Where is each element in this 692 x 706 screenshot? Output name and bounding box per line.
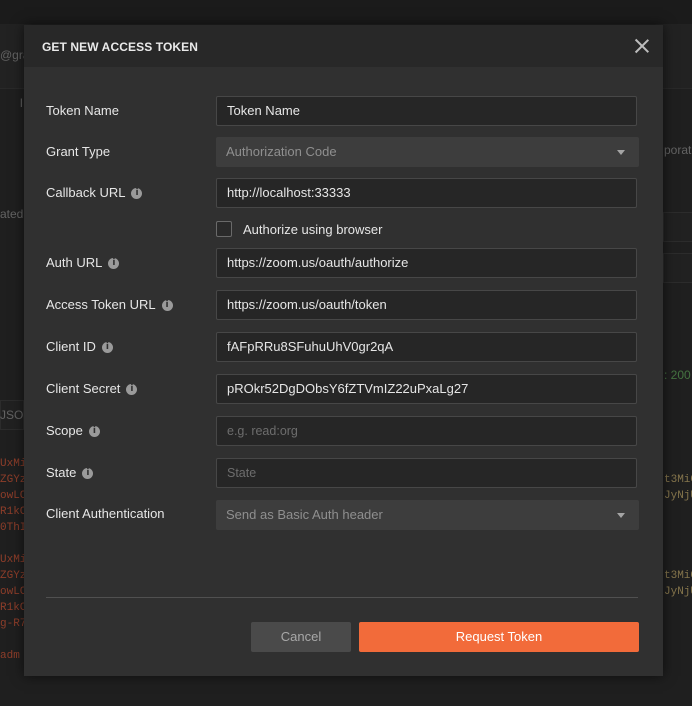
chevron-down-icon [617, 150, 625, 155]
auth-url-label: Auth URL i [46, 254, 120, 272]
client-auth-value: Send as Basic Auth header [226, 507, 383, 522]
access-token-dialog: GET NEW ACCESS TOKEN Token Name Token Na… [24, 25, 663, 676]
authorize-browser-label[interactable]: Authorize using browser [243, 222, 382, 237]
authorize-browser-row: Authorize using browser [216, 220, 382, 238]
access-token-url-input[interactable]: https://zoom.us/oauth/token [216, 290, 637, 320]
info-icon[interactable]: i [131, 187, 143, 199]
grant-type-label: Grant Type [46, 144, 111, 159]
info-icon[interactable]: i [126, 383, 138, 395]
callback-url-input[interactable]: http://localhost:33333 [216, 178, 637, 208]
grant-type-value: Authorization Code [226, 144, 337, 159]
info-icon[interactable]: i [161, 299, 173, 311]
info-icon[interactable]: i [108, 257, 120, 269]
request-token-button[interactable]: Request Token [359, 622, 639, 652]
client-id-input[interactable]: fAFpRRu8SFuhuUhV0gr2qA [216, 332, 637, 362]
authorize-browser-checkbox[interactable] [216, 221, 232, 237]
client-secret-label: Client Secret i [46, 380, 138, 398]
callback-url-label: Callback URL i [46, 184, 143, 202]
client-auth-label: Client Authentication [46, 506, 165, 521]
token-name-label: Token Name [46, 103, 119, 118]
info-icon[interactable]: i [101, 341, 113, 353]
state-input[interactable]: State [216, 458, 637, 488]
state-label: State i [46, 464, 94, 482]
footer-divider [46, 597, 638, 598]
access-token-url-label: Access Token URL i [46, 296, 173, 314]
chevron-down-icon [617, 513, 625, 518]
info-icon[interactable]: i [82, 467, 94, 479]
dialog-header: GET NEW ACCESS TOKEN [24, 25, 663, 67]
client-secret-input[interactable]: pROkr52DgDObsY6fZTVmIZ22uPxaLg27 [216, 374, 637, 404]
grant-type-select[interactable]: Authorization Code [216, 137, 639, 167]
client-auth-select[interactable]: Send as Basic Auth header [216, 500, 639, 530]
close-icon[interactable] [634, 38, 650, 54]
auth-url-input[interactable]: https://zoom.us/oauth/authorize [216, 248, 637, 278]
cancel-button[interactable]: Cancel [251, 622, 351, 652]
dialog-title: GET NEW ACCESS TOKEN [42, 40, 199, 54]
scope-input[interactable]: e.g. read:org [216, 416, 637, 446]
client-id-label: Client ID i [46, 338, 113, 356]
token-name-input[interactable]: Token Name [216, 96, 637, 126]
scope-label: Scope i [46, 422, 100, 440]
info-icon[interactable]: i [88, 425, 100, 437]
